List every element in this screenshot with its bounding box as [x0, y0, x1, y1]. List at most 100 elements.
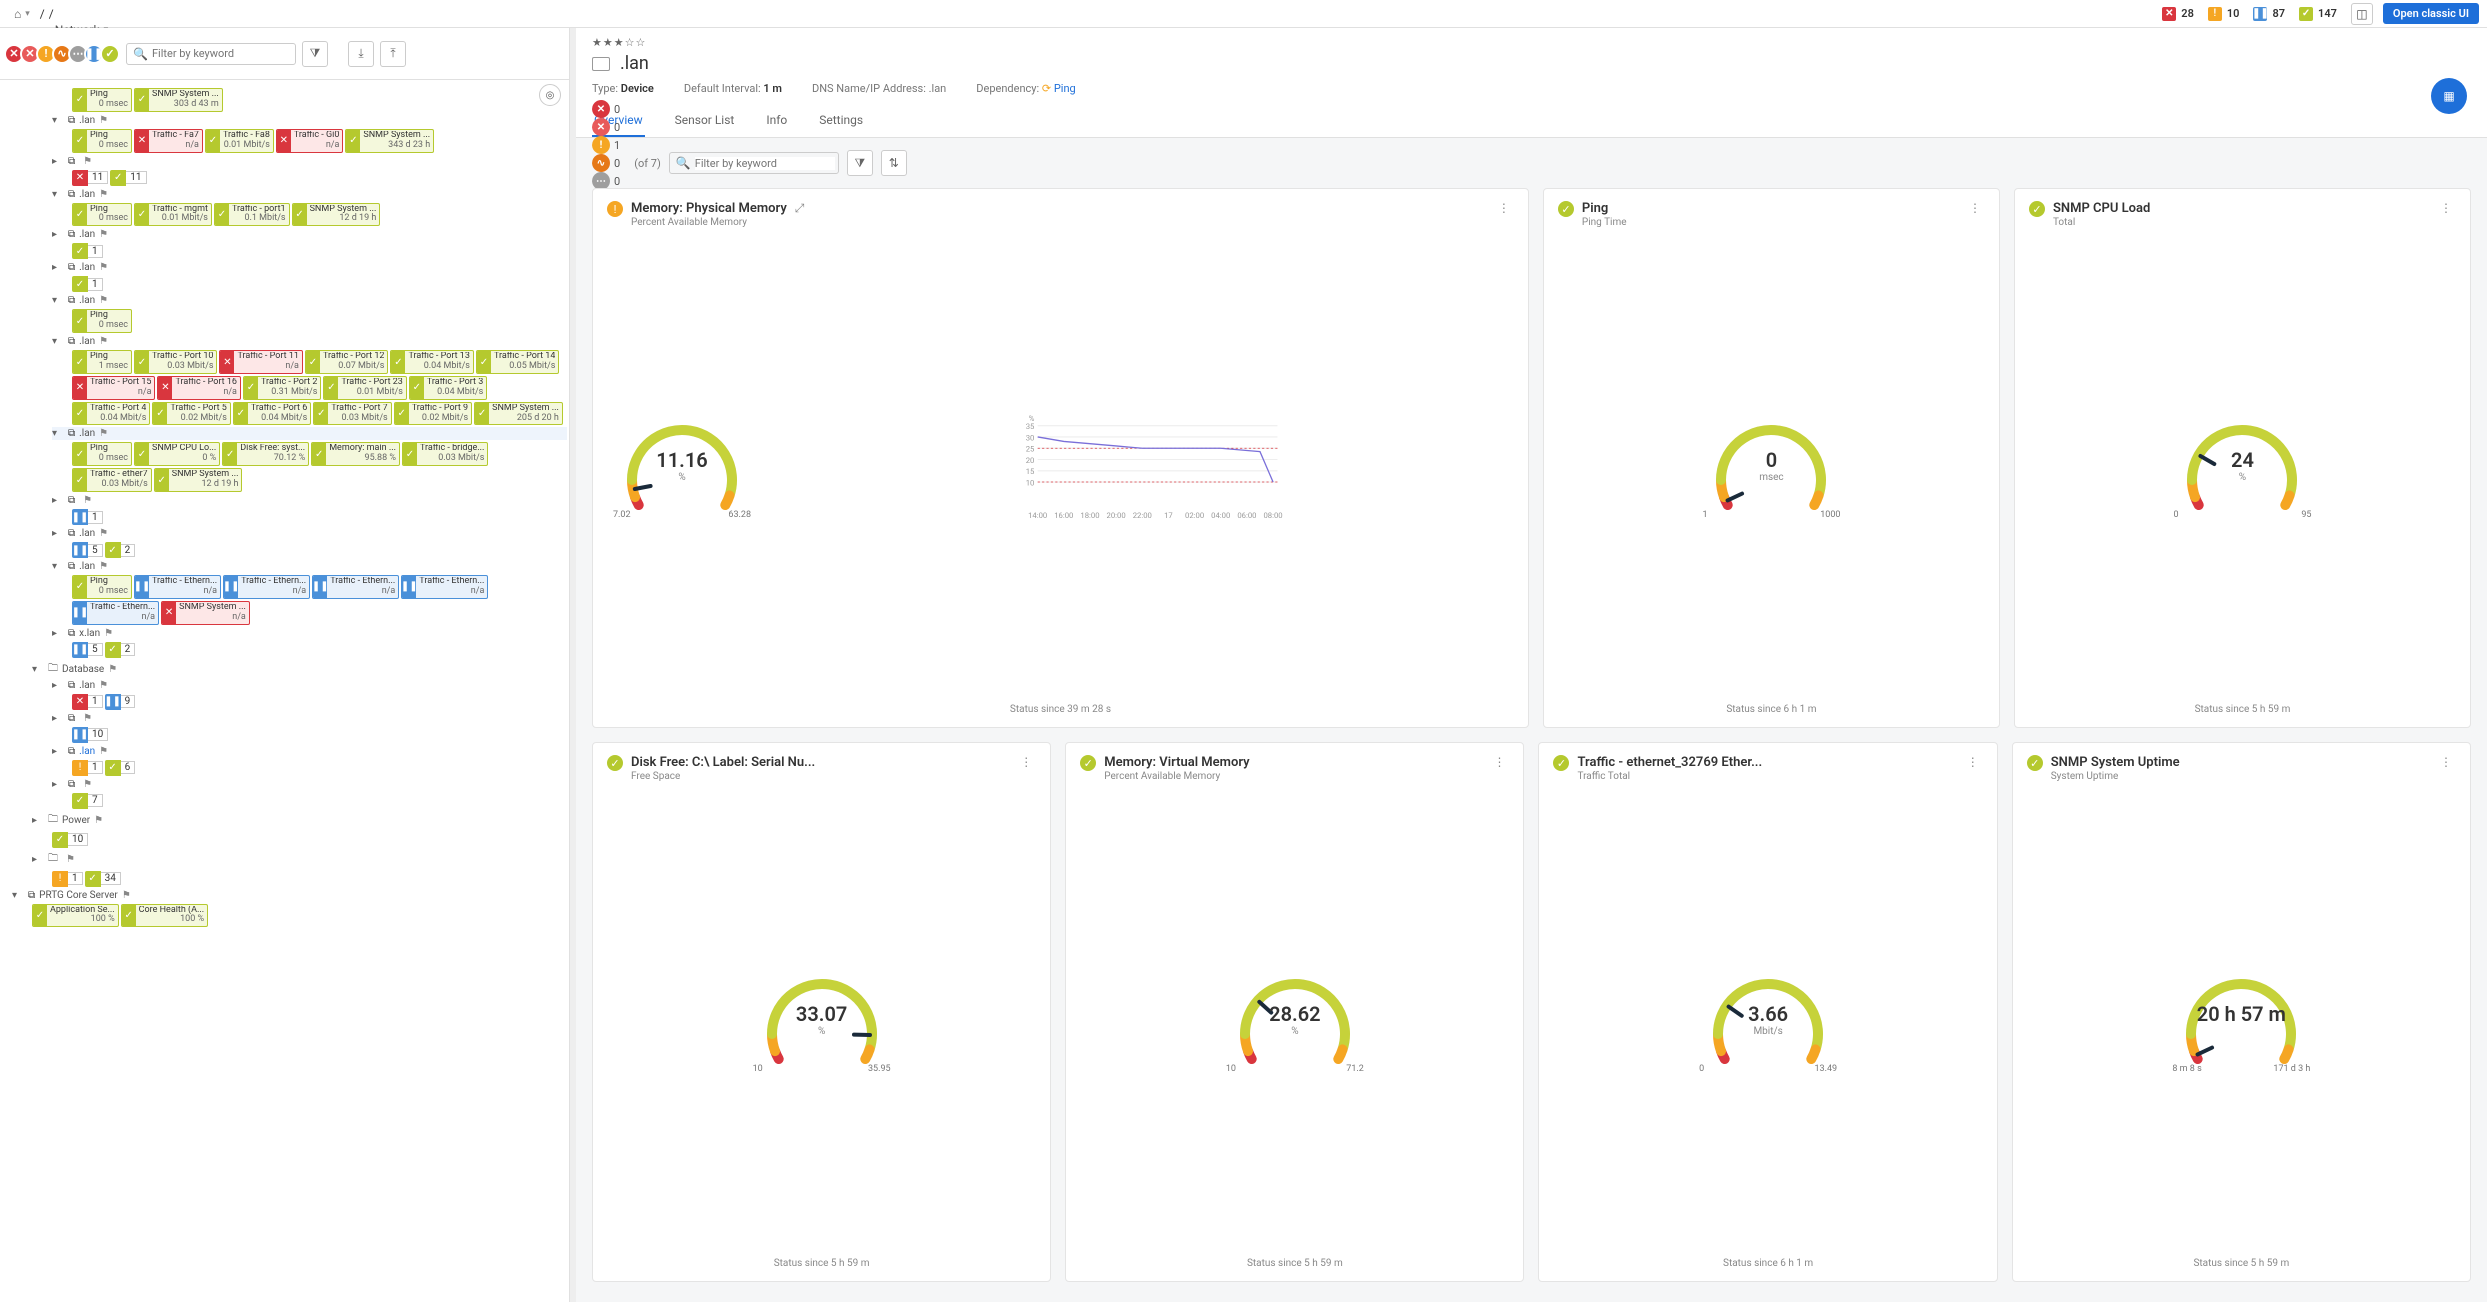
- sensor-tile[interactable]: ✓Traffic - Port 90.02 Mbit/s: [394, 402, 472, 426]
- sensor-tile[interactable]: ✓SNMP System ...205 d 20 h: [474, 402, 563, 426]
- apps-fab-button[interactable]: ▦: [2431, 78, 2467, 114]
- status-warn-badge[interactable]: !10: [2204, 5, 2246, 23]
- sensor-tile[interactable]: ✕Traffic - Port 11n/a: [219, 350, 302, 374]
- sort-button[interactable]: ⇅: [881, 150, 907, 176]
- status-count-badge[interactable]: ❚❚5: [72, 642, 103, 658]
- sensor-tile[interactable]: ✓Memory: main ...95.88 %: [311, 442, 400, 466]
- sensor-tile[interactable]: ✓Traffic - Port 40.04 Mbit/s: [72, 402, 150, 426]
- sensor-tile[interactable]: ✓SNMP System ...12 d 19 h: [154, 468, 243, 492]
- sensor-tile[interactable]: ✓Ping0 msec: [72, 575, 132, 599]
- sensor-tile[interactable]: ✓Core Health (A...100 %: [121, 904, 208, 928]
- sensor-tile[interactable]: ✓Ping0 msec: [72, 203, 132, 227]
- tree-group[interactable]: ▸🗀Power ⚑: [32, 811, 567, 830]
- chevron-icon[interactable]: ▸: [52, 156, 64, 167]
- flag-icon[interactable]: ⚑: [99, 336, 108, 347]
- sensor-tile[interactable]: ✓SNMP System ...303 d 43 m: [134, 88, 223, 112]
- sensor-tile[interactable]: ✓Ping0 msec: [72, 309, 132, 333]
- tree-group[interactable]: ▸🗀 ⚑: [32, 850, 567, 869]
- chevron-icon[interactable]: ▾: [52, 189, 64, 200]
- sensor-tile[interactable]: ❚❚Traffic - Ethern...n/a: [134, 575, 221, 599]
- flag-icon[interactable]: ⚑: [83, 713, 92, 724]
- status-count-badge[interactable]: ✓1: [72, 276, 103, 292]
- status-count-badge[interactable]: ✓2: [105, 642, 136, 658]
- tab-sensor-list[interactable]: Sensor List: [673, 105, 737, 137]
- sensor-tile[interactable]: ✕SNMP System ...n/a: [161, 601, 250, 625]
- sensor-tile[interactable]: ✓Traffic - Port 130.04 Mbit/s: [390, 350, 473, 374]
- status-count-badge[interactable]: !1: [52, 871, 83, 887]
- chevron-icon[interactable]: ▸: [52, 229, 64, 240]
- tree-device[interactable]: ▸⧉ ⚑: [52, 494, 567, 507]
- sensor-tile[interactable]: ✓Ping0 msec: [72, 88, 132, 112]
- status-count-badge[interactable]: ✓34: [85, 871, 121, 887]
- card-uptime[interactable]: ✓SNMP System UptimeSystem Uptime⋮ 20 h 5…: [2012, 742, 2471, 1282]
- sensor-tile[interactable]: ✓SNMP CPU Lo...0 %: [134, 442, 220, 466]
- status-count-badge[interactable]: ✓2: [105, 542, 136, 558]
- tree-group[interactable]: ▾🗀Database ⚑: [32, 660, 567, 679]
- filter-button[interactable]: ⧩: [302, 41, 328, 67]
- card-memory-virtual[interactable]: ✓Memory: Virtual MemoryPercent Available…: [1065, 742, 1524, 1282]
- flag-icon[interactable]: ⚑: [99, 189, 108, 200]
- status-count-badge[interactable]: ✓11: [110, 170, 146, 186]
- flag-icon[interactable]: ⚑: [83, 495, 92, 506]
- status-pause-badge[interactable]: ❚❚87: [2249, 5, 2291, 23]
- chevron-icon[interactable]: ▾: [52, 336, 64, 347]
- tree-device[interactable]: ▾⧉.lan ⚑: [52, 114, 567, 127]
- breadcrumb-item[interactable]: ▾: [49, 0, 138, 7]
- status-up-badge[interactable]: ✓147: [2295, 5, 2343, 23]
- status-pill-down[interactable]: ✕0: [592, 100, 626, 118]
- expand-icon[interactable]: ⤢: [795, 201, 805, 216]
- chevron-icon[interactable]: ▸: [52, 746, 64, 757]
- sensor-tile[interactable]: ✓Traffic - ether70.03 Mbit/s: [72, 468, 152, 492]
- dependency-link[interactable]: Ping: [1054, 82, 1076, 95]
- flag-icon[interactable]: ⚑: [83, 156, 92, 167]
- chevron-icon[interactable]: ▾: [52, 115, 64, 126]
- status-pill-downp[interactable]: ✕0: [592, 118, 626, 136]
- sensor-tile[interactable]: ✓Traffic - Fa80.01 Mbit/s: [205, 129, 274, 153]
- card-ping[interactable]: ✓PingPing Time⋮ 0msec11000 Status since …: [1543, 188, 2000, 728]
- flag-icon[interactable]: ⚑: [122, 890, 131, 901]
- sensor-tile[interactable]: ✓Traffic - Port 70.03 Mbit/s: [313, 402, 391, 426]
- flag-icon[interactable]: ⚑: [99, 561, 108, 572]
- card-traffic[interactable]: ✓Traffic - ethernet_32769 Ether...Traffi…: [1538, 742, 1997, 1282]
- sensor-tile[interactable]: ✕Traffic - Port 15n/a: [72, 376, 155, 400]
- tree-device[interactable]: ▾⧉.lan ⚑: [52, 427, 567, 440]
- sensor-tile[interactable]: ✓Traffic - Port 100.03 Mbit/s: [134, 350, 217, 374]
- right-filter-input[interactable]: [695, 157, 835, 170]
- sensor-tile[interactable]: ❚❚Traffic - Ethern...n/a: [401, 575, 488, 599]
- home-icon[interactable]: ⌂▾: [8, 5, 36, 23]
- sensor-tile[interactable]: ✓Traffic - port10.1 Mbit/s: [214, 203, 290, 227]
- sensor-tile[interactable]: ✓Traffic - Port 120.07 Mbit/s: [305, 350, 388, 374]
- right-search-box[interactable]: 🔍: [669, 152, 839, 174]
- tree-device[interactable]: ▸⧉ ⚑: [52, 712, 567, 725]
- card-disk-free[interactable]: ✓Disk Free: C:\ Label: Serial Nu...Free …: [592, 742, 1051, 1282]
- sensor-tile[interactable]: ✓SNMP System ...12 d 19 h: [292, 203, 381, 227]
- device-tree[interactable]: ◎ ✓Ping0 msec✓SNMP System ...303 d 43 m▾…: [0, 80, 569, 1302]
- tree-device[interactable]: ▾⧉PRTG Core Server ⚑: [12, 889, 567, 902]
- status-count-badge[interactable]: ✓7: [72, 793, 103, 809]
- flag-icon[interactable]: ⚑: [99, 229, 108, 240]
- status-count-badge[interactable]: !1: [72, 760, 103, 776]
- tree-device[interactable]: ▸⧉ ⚑: [52, 155, 567, 168]
- sensor-tile[interactable]: ✓Traffic - Port 30.04 Mbit/s: [409, 376, 487, 400]
- status-count-badge[interactable]: ❚❚5: [72, 542, 103, 558]
- sensor-tile[interactable]: ✓Ping0 msec: [72, 442, 132, 466]
- chevron-icon[interactable]: ▾: [52, 428, 64, 439]
- sensor-tile[interactable]: ✓Traffic - Port 20.31 Mbit/s: [243, 376, 321, 400]
- sensor-tile[interactable]: ✓Traffic - Port 50.02 Mbit/s: [152, 402, 230, 426]
- flag-icon[interactable]: ⚑: [99, 428, 108, 439]
- sensor-tile[interactable]: ❚❚Traffic - Ethern...n/a: [312, 575, 399, 599]
- sensor-tile[interactable]: ✓Application Se...100 %: [32, 904, 119, 928]
- card-menu-icon[interactable]: ⋮: [1016, 755, 1036, 769]
- chevron-icon[interactable]: ▸: [52, 528, 64, 539]
- card-menu-icon[interactable]: ⋮: [1494, 201, 1514, 215]
- status-count-badge[interactable]: ❚❚9: [105, 694, 136, 710]
- tree-device[interactable]: ▾⧉.lan ⚑: [52, 335, 567, 348]
- sensor-tile[interactable]: ✓Traffic - mgmt0.01 Mbit/s: [134, 203, 212, 227]
- flag-icon[interactable]: ⚑: [83, 779, 92, 790]
- expand-all-button[interactable]: ⤒: [380, 41, 406, 67]
- sensor-tile[interactable]: ✓Traffic - Port 140.05 Mbit/s: [476, 350, 559, 374]
- card-menu-icon[interactable]: ⋮: [2436, 201, 2456, 215]
- sensor-tile[interactable]: ✕Traffic - Port 16n/a: [157, 376, 240, 400]
- sensor-tile[interactable]: ✓Disk Free: syst...70.12 %: [222, 442, 309, 466]
- tree-device[interactable]: ▸⧉.lan ⚑: [52, 745, 567, 758]
